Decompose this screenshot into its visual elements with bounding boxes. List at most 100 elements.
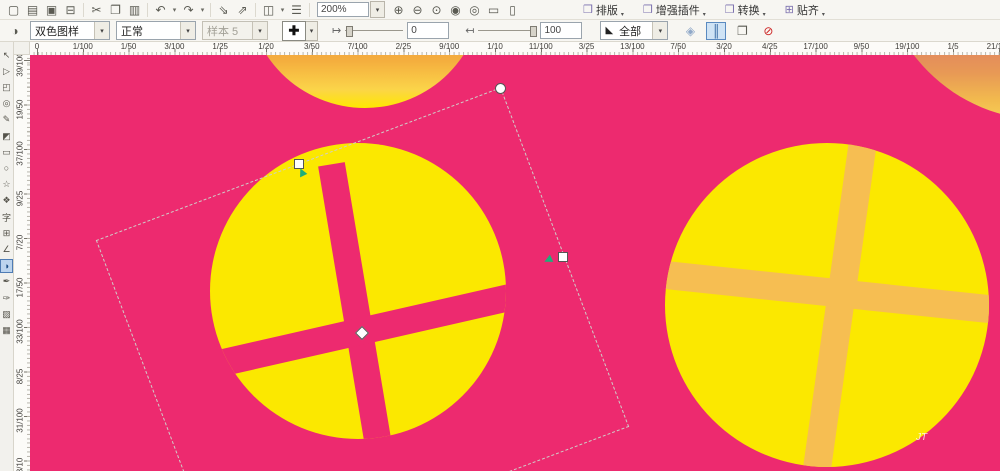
copy-button[interactable]: ❐	[106, 1, 125, 18]
tool-pick[interactable]: ↖	[0, 48, 13, 62]
tool-freehand[interactable]: ✎	[0, 113, 13, 127]
cut-button[interactable]: ✂	[87, 1, 106, 18]
ruler-label: 1/10	[487, 42, 503, 51]
edit-transparency-icon[interactable]: ◑	[6, 24, 24, 38]
end-transparency-value[interactable]: 100	[540, 22, 582, 39]
tool-rectangle[interactable]: ▭	[0, 145, 13, 159]
transparency-target-combo[interactable]: ◣ 全部 ▾	[600, 21, 668, 40]
paste-button[interactable]: ▥	[125, 1, 144, 18]
ruler-label: 3/10	[16, 450, 25, 471]
ruler-label: 3/25	[579, 42, 595, 51]
plugin-label: 增强插件	[656, 2, 700, 18]
plugin-button-3[interactable]: ❒转换▾	[722, 1, 769, 18]
tool-smart-fill[interactable]: ◩	[0, 129, 13, 143]
application-window: ▢▤▣⊟✂❐▥↶▾↷▾⇘⇗◫▾☰ 200% ▾ ⊕⊖⊙◉◎▭▯ ❒排版▾❒增强插…	[0, 0, 1000, 471]
start-transparency-slider[interactable]	[345, 26, 403, 35]
tool-outline-pen[interactable]: ✑	[0, 291, 13, 305]
vertical-ruler[interactable]: 39/10019/5037/1009/257/2017/5033/1008/25…	[14, 55, 30, 471]
zoom-level-combo: 200% ▾	[317, 1, 385, 18]
toolbar-main: ▢▤▣⊟✂❐▥↶▾↷▾⇘⇗◫▾☰	[4, 1, 306, 18]
undo-button[interactable]: ↶	[151, 1, 170, 18]
plugin-label: 排版	[596, 2, 618, 18]
transparency-operation-combo[interactable]: 正常 ▾	[116, 21, 196, 40]
chevron-down-icon[interactable]: ▾	[180, 22, 195, 39]
plugin-button-4[interactable]: ⊞贴齐▾	[782, 1, 828, 18]
plugin-button-2[interactable]: ❒增强插件▾	[640, 1, 709, 18]
zoom-level-input[interactable]: 200%	[317, 2, 369, 17]
open-button[interactable]: ▤	[23, 1, 42, 18]
options-button[interactable]: ☰	[287, 1, 306, 18]
no-transparency-button[interactable]: ⊘	[758, 22, 778, 40]
toolbar-separator	[210, 3, 211, 17]
import-button[interactable]: ⇘	[214, 1, 233, 18]
horizontal-ruler[interactable]: 01/1001/503/1001/251/203/507/1002/259/10…	[30, 42, 1000, 55]
plugin-button-1[interactable]: ❒排版▾	[580, 1, 627, 18]
zoom-tools: ⊕⊖⊙◉◎▭▯	[389, 1, 522, 18]
zoom-page-width-button[interactable]: ▭	[484, 1, 503, 18]
chevron-down-icon[interactable]: ▾	[652, 22, 667, 39]
pattern-resize-handle-right[interactable]	[558, 252, 568, 262]
pattern-preview-icon[interactable]: ✚	[282, 21, 306, 41]
ruler-label: 37/100	[16, 139, 25, 169]
tool-ellipse[interactable]: ○	[0, 161, 13, 175]
tool-fill[interactable]: ▨	[0, 307, 13, 321]
ruler-label: 3/50	[304, 42, 320, 51]
tool-basic-shapes[interactable]: ❖	[0, 194, 13, 208]
zoom-page-button[interactable]: ◎	[465, 1, 484, 18]
print-button[interactable]: ⊟	[61, 1, 80, 18]
tool-transparency[interactable]: ◑	[0, 259, 13, 273]
yellow-circle-right[interactable]	[665, 143, 989, 467]
start-transparency-control: ↦ 0	[332, 22, 449, 39]
zoom-in-button[interactable]: ⊕	[389, 1, 408, 18]
ruler-label: 1/5	[947, 42, 958, 51]
ruler-label: 9/25	[16, 183, 25, 213]
end-transparency-slider[interactable]	[478, 26, 536, 35]
chevron-down-icon[interactable]: ▾	[94, 22, 109, 39]
zoom-out-button[interactable]: ⊖	[408, 1, 427, 18]
tool-text[interactable]: 字	[0, 210, 13, 224]
ruler-label: 17/50	[16, 272, 25, 302]
ruler-label: 8/25	[16, 361, 25, 391]
transparency-operation-value: 正常	[117, 23, 180, 39]
ruler-label: 9/50	[854, 42, 870, 51]
app-launcher-dropdown[interactable]: ▾	[278, 6, 287, 14]
zoom-page-height-button[interactable]: ▯	[503, 1, 522, 18]
gradient-circle-top-right[interactable]	[880, 55, 1000, 120]
zoom-all-objects-button[interactable]: ◉	[446, 1, 465, 18]
canvas[interactable]: JT	[30, 55, 1000, 471]
slider-thumb[interactable]	[346, 26, 353, 37]
tool-shape[interactable]: ▷	[0, 64, 13, 78]
ruler-label: 21/100	[987, 42, 1000, 51]
save-button[interactable]: ▣	[42, 1, 61, 18]
redo-dropdown[interactable]: ▾	[198, 6, 207, 14]
undo-dropdown[interactable]: ▾	[170, 6, 179, 14]
export-button[interactable]: ⇗	[233, 1, 252, 18]
gradient-circle-top-left[interactable]	[247, 55, 483, 108]
target-wedge-icon: ◣	[605, 25, 613, 36]
freeze-transparency-icon[interactable]: ◈	[680, 22, 700, 40]
pattern-selection-box	[96, 87, 629, 471]
tool-interactive-fill[interactable]: ▦	[0, 323, 13, 337]
tool-dimension[interactable]: ∠	[0, 242, 13, 256]
rotation-handle[interactable]	[495, 83, 506, 94]
tool-eyedropper[interactable]: ✒	[0, 275, 13, 289]
tool-polygon[interactable]: ☆	[0, 178, 13, 192]
slider-thumb[interactable]	[530, 26, 537, 37]
tool-zoom[interactable]: ◎	[0, 97, 13, 111]
start-transparency-icon: ↦	[332, 24, 341, 37]
copy-transparency-button[interactable]: ❐	[732, 22, 752, 40]
watermark-text: JT	[916, 432, 927, 443]
ruler-label: 9/100	[439, 42, 459, 51]
new-button[interactable]: ▢	[4, 1, 23, 18]
redo-button[interactable]: ↷	[179, 1, 198, 18]
zoom-selected-button[interactable]: ⊙	[427, 1, 446, 18]
ruler-origin-box[interactable]	[14, 42, 30, 55]
pattern-picker-dropdown[interactable]: ▾	[306, 21, 318, 41]
zoom-level-dropdown[interactable]: ▾	[370, 1, 385, 18]
mirror-tile-button[interactable]: ║	[706, 22, 726, 40]
tool-table[interactable]: ⊞	[0, 226, 13, 240]
tool-crop[interactable]: ◰	[0, 80, 13, 94]
transparency-type-combo[interactable]: 双色图样 ▾	[30, 21, 110, 40]
start-transparency-value[interactable]: 0	[407, 22, 449, 39]
app-launcher-button[interactable]: ◫	[259, 1, 278, 18]
